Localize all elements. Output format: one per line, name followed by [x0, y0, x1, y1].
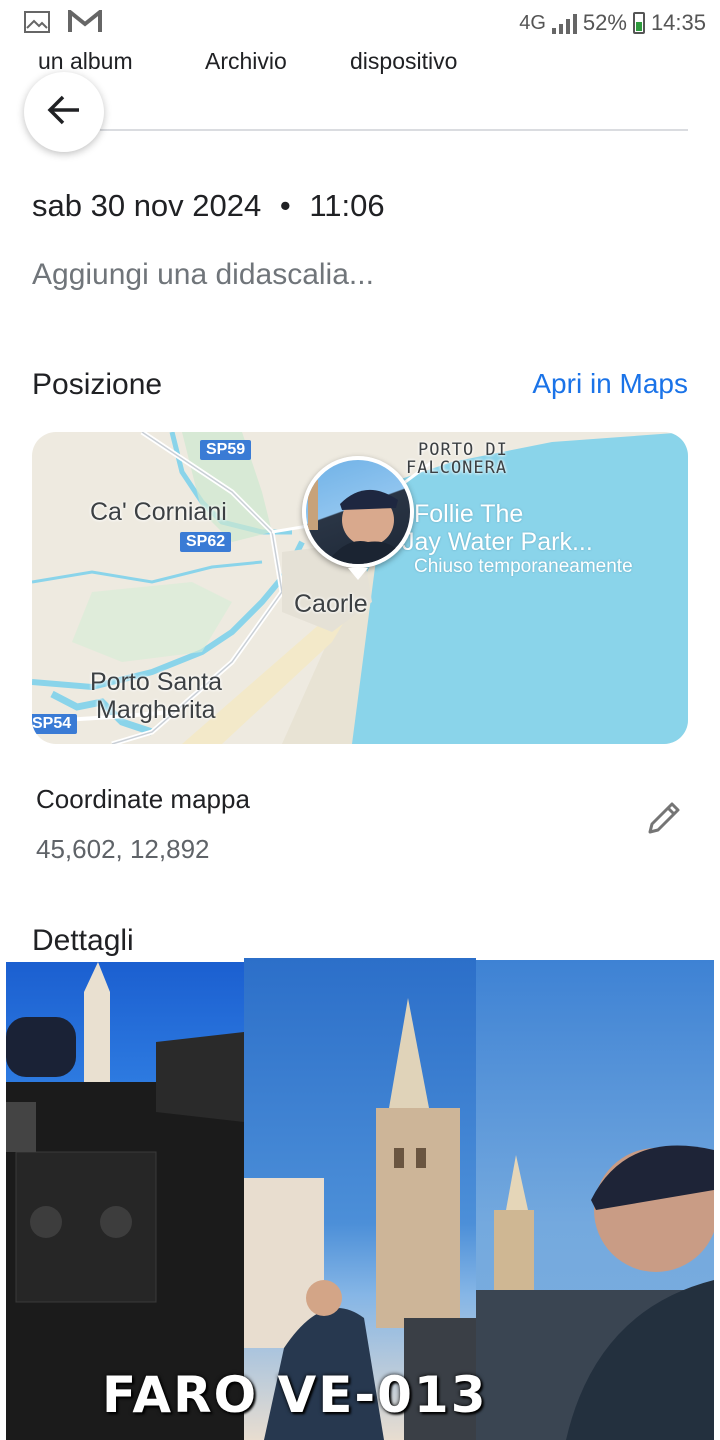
collage-photo-selfie [476, 960, 714, 1440]
tab-archive[interactable]: Archivio [205, 48, 287, 75]
road-sp54: SP54 [32, 714, 78, 734]
map-label-poi-3: Chiuso temporaneamente [414, 556, 633, 577]
photo-date: sab 30 nov 2024 [32, 188, 262, 223]
coordinates-value: 45,602, 12,892 [36, 834, 210, 864]
map-label-porto-di: PORTO DI [418, 440, 508, 460]
battery-icon [632, 12, 645, 34]
road-sp59: SP59 [200, 440, 252, 460]
gallery-icon [24, 11, 50, 38]
open-in-maps-link[interactable]: Apri in Maps [532, 368, 688, 400]
status-bar: 4G 52% 14:35 [0, 0, 720, 48]
road-sp62: SP62 [180, 532, 232, 552]
caption-input[interactable]: Aggiungi una didascalia... [32, 258, 374, 292]
tab-add-to-album[interactable]: un album [38, 48, 133, 75]
map-label-falconera: FALCONERA [406, 458, 508, 478]
map-label-ca-corniani: Ca' Corniani [90, 498, 227, 526]
pin-pointer [348, 568, 368, 580]
map-label-poi-2: Jay Water Park... [402, 528, 593, 556]
photo-collage[interactable]: FARO VE-013 [6, 958, 714, 1440]
position-title: Posizione [32, 368, 163, 401]
photo-time: 11:06 [309, 188, 385, 223]
map-label-poi-1: Follie The [414, 500, 524, 528]
signal-icon [551, 12, 577, 34]
details-title: Dettagli [32, 924, 134, 957]
back-button[interactable] [24, 72, 104, 152]
coordinates-title: Coordinate mappa [36, 784, 250, 814]
action-tabs: un album Archivio dispositivo [0, 48, 720, 84]
clock: 14:35 [650, 10, 706, 35]
photo-date-time: sab 30 nov 2024 • 11:06 [32, 188, 385, 224]
location-map[interactable]: SP59 SP62 SP54 PORTO DI FALCONERA Ca' Co… [32, 432, 688, 744]
map-label-porto-santa: Porto Santa [90, 668, 223, 696]
battery-percent: 52% [582, 10, 627, 35]
edit-coordinates-button[interactable] [640, 796, 688, 844]
map-label-margherita: Margherita [96, 696, 216, 724]
map-label-caorle: Caorle [294, 590, 368, 618]
gmail-icon [68, 7, 102, 39]
divider [100, 129, 688, 131]
photo-location-pin[interactable] [302, 456, 414, 568]
tab-device[interactable]: dispositivo [350, 48, 457, 75]
pencil-icon [644, 798, 684, 843]
arrow-left-icon [47, 95, 81, 130]
network-type: 4G [519, 11, 546, 34]
collage-title: FARO VE-013 [102, 1366, 488, 1424]
separator-dot: • [279, 188, 291, 223]
